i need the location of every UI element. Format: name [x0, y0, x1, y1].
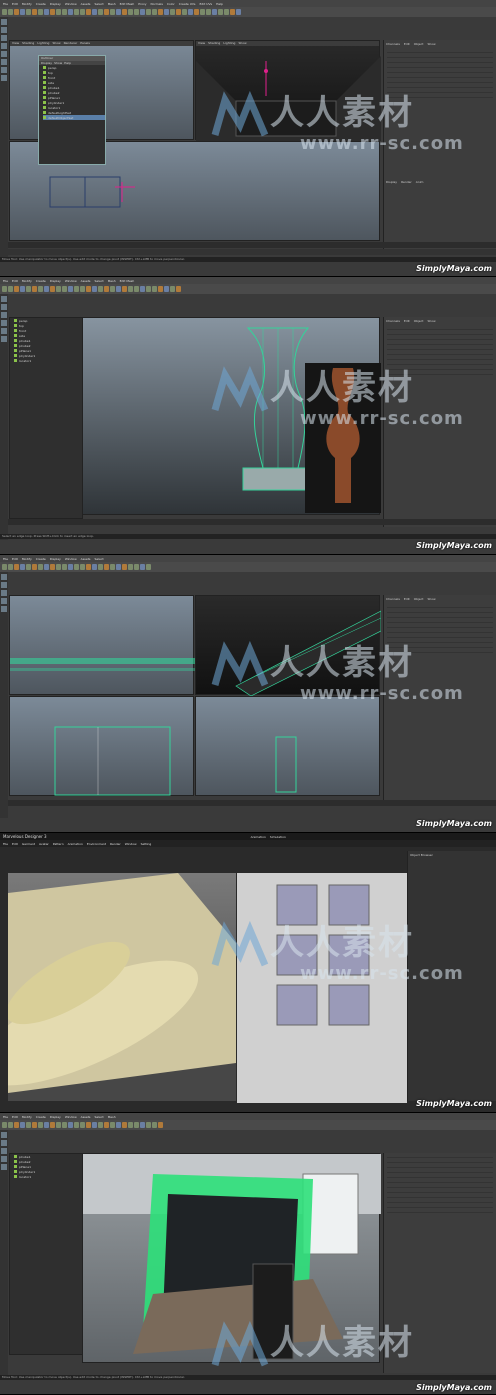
panel-four-poster-bed: File Edit Modify Create Display Window Assets S…: [0, 1113, 496, 1395]
help-line: Move Tool: Use manipulator to move objec…: [0, 1375, 496, 1380]
channel-box-tabs[interactable]: Channels Edit Object Show: [384, 317, 496, 325]
brand-label: SimplyMaya.com: [416, 264, 492, 273]
timeline[interactable]: [8, 519, 496, 525]
shelf[interactable]: [0, 1120, 496, 1130]
pillows: [8, 873, 236, 1101]
help-line: Move Tool: Use manipulator to move objec…: [0, 257, 496, 262]
outliner-panel[interactable]: persp top front side pCube1 pCube2 pPlan…: [9, 317, 83, 519]
timeline[interactable]: [8, 242, 496, 248]
md-2d-view[interactable]: [237, 873, 407, 1103]
panel-bed-leg: File Edit Modify Create Display Window Assets S…: [0, 277, 496, 555]
viewport-top[interactable]: [195, 696, 380, 796]
tab-simulation[interactable]: Simulation: [270, 835, 286, 839]
outliner-item[interactable]: locator1: [14, 358, 82, 363]
bed-leg-wireframe: [242, 327, 381, 513]
panel-marvelous: Marvelous Designer 3 Animation Simulatio…: [0, 833, 496, 1113]
md-3d-view[interactable]: [8, 873, 236, 1101]
menu-create[interactable]: Create: [36, 2, 46, 6]
panel-bed-frame: File Edit Modify Create Display Window Assets S…: [0, 555, 496, 833]
timeline[interactable]: [8, 800, 496, 806]
menu-edit[interactable]: Edit: [12, 2, 18, 6]
md-object-browser[interactable]: Object Browser: [407, 851, 496, 1101]
outliner-item[interactable]: locator1: [14, 1174, 82, 1179]
brand-label: SimplyMaya.com: [416, 1383, 492, 1392]
range-slider[interactable]: [8, 249, 496, 255]
object-browser-title: Object Browser: [410, 853, 433, 857]
room-wireframe: [196, 56, 381, 141]
md-menu: File Edit Garment Avatar Pattern Animation Env…: [0, 840, 496, 847]
menu-help[interactable]: Help: [216, 2, 223, 6]
md-title: Marvelous Designer 3: [3, 834, 47, 839]
menu-modify[interactable]: Modify: [22, 2, 32, 6]
menu-edit-mesh[interactable]: Edit Mesh: [120, 2, 135, 6]
menu-color[interactable]: Color: [167, 2, 175, 6]
toolbox[interactable]: [0, 572, 8, 818]
patterns: [276, 884, 370, 1026]
menu-create-uvs[interactable]: Create UVs: [179, 2, 196, 6]
frame-rail: [10, 658, 195, 671]
four-poster-bed: [83, 1154, 381, 1360]
outliner-item[interactable]: defaultObjectSet: [43, 115, 105, 120]
viewport-persp[interactable]: [195, 595, 381, 696]
viewport-persp[interactable]: View Shading Lighting Show: [195, 40, 381, 141]
viewport-front[interactable]: [9, 595, 195, 695]
viewport-side[interactable]: [9, 696, 194, 796]
menu-bar: File Edit Modify Create Display Window Assets S…: [0, 555, 496, 562]
menu-window[interactable]: Window: [65, 2, 77, 6]
channel-box[interactable]: Channels Edit Object Show: [383, 595, 496, 805]
channel-box-tabs[interactable]: Channels Edit Object Show: [384, 40, 496, 48]
menu-assets[interactable]: Assets: [81, 2, 91, 6]
layer-tabs[interactable]: Display Render Anim: [386, 180, 423, 184]
shelf[interactable]: [0, 562, 496, 572]
frame-rail-persp: [235, 610, 381, 696]
menu-mesh[interactable]: Mesh: [108, 2, 116, 6]
tool-settings[interactable]: [383, 1153, 496, 1373]
frame-top: [275, 736, 297, 793]
viewport-menu[interactable]: View Shading Lighting Show Renderer Panels: [10, 41, 193, 46]
channel-box-tabs[interactable]: Channels Edit Object Show: [384, 595, 496, 603]
menu-select[interactable]: Select: [94, 2, 103, 6]
menu-edit-uvs[interactable]: Edit UVs: [200, 2, 213, 6]
menu-display[interactable]: Display: [50, 2, 61, 6]
frame-side: [54, 726, 171, 796]
menu-file[interactable]: File: [3, 2, 8, 6]
channel-box[interactable]: Channels Edit Object Show Display Render Anim: [383, 40, 496, 250]
help-line: Select an edge loop. Press Shift+Click t…: [0, 534, 496, 539]
shelf[interactable]: [0, 284, 496, 294]
toolbox[interactable]: [0, 294, 8, 540]
viewport-persp[interactable]: [82, 317, 381, 515]
menu-normals[interactable]: Normals: [151, 2, 163, 6]
shelf[interactable]: [0, 7, 496, 17]
md-menu-bar: Marvelous Designer 3 Animation Simulatio…: [0, 833, 496, 840]
channel-box[interactable]: Channels Edit Object Show: [383, 317, 496, 527]
menu-proxy[interactable]: Proxy: [138, 2, 146, 6]
panel-outliner-view: File Edit Modify Create Display Window A…: [0, 0, 496, 277]
menu-bar: File Edit Modify Create Display Window Assets S…: [0, 277, 496, 284]
toolbox[interactable]: [0, 17, 8, 262]
outliner-window[interactable]: Outliner Display Show Help persp top front…: [38, 55, 106, 165]
outliner-panel[interactable]: pCube1 pCube2 pPlane1 pCylinder1 locator…: [9, 1153, 83, 1355]
tab-animation[interactable]: Animation: [251, 835, 266, 839]
viewport-persp[interactable]: [82, 1153, 381, 1363]
menu-bar: File Edit Modify Create Display Window Assets S…: [0, 1113, 496, 1120]
brand-label: SimplyMaya.com: [416, 1099, 492, 1108]
toolbox[interactable]: [0, 1130, 8, 1380]
brand-label: SimplyMaya.com: [416, 819, 492, 828]
brand-label: SimplyMaya.com: [416, 541, 492, 550]
menu-bar: File Edit Modify Create Display Window A…: [0, 0, 496, 7]
